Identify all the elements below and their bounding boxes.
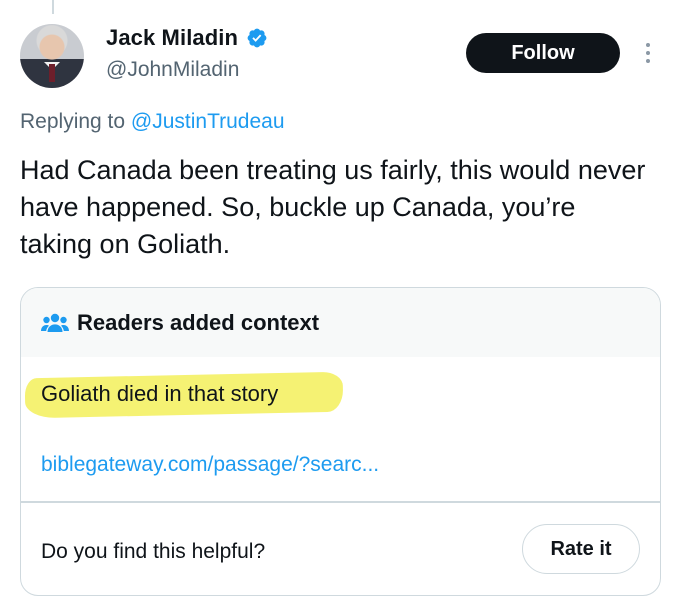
helpful-question: Do you find this helpful? [41, 540, 266, 563]
tweet-text: Had Canada been treating us fairly, this… [20, 155, 646, 259]
reply-target-link[interactable]: @JustinTrudeau [131, 110, 285, 133]
community-note-title: Readers added context [77, 309, 320, 335]
divider [21, 501, 660, 503]
follow-button[interactable]: Follow [466, 33, 620, 73]
rate-it-button[interactable]: Rate it [522, 524, 640, 574]
replying-to: Replying to @JustinTrudeau [20, 110, 285, 134]
display-name[interactable]: Jack Miladin [106, 25, 238, 51]
ellipsis-dot [646, 51, 650, 55]
replying-prefix: Replying to [20, 110, 131, 133]
ellipsis-dot [646, 43, 650, 47]
readers-group-icon [41, 313, 69, 332]
ellipsis-dot [646, 59, 650, 63]
thread-connector-line [52, 0, 54, 14]
avatar-tie [49, 64, 55, 82]
name-row: Jack Miladin [106, 25, 268, 51]
handle[interactable]: @JohnMiladin [106, 58, 239, 82]
community-note: Readers added context Goliath died in th… [20, 287, 661, 596]
vertical-ellipsis-icon[interactable] [640, 36, 656, 70]
verified-badge-icon [247, 28, 267, 48]
source-link[interactable]: biblegateway.com/passage/?searc... [41, 453, 379, 477]
community-note-header: Readers added context [21, 288, 660, 357]
community-note-text: Goliath died in that story [41, 381, 279, 406]
tweet-header: Jack Miladin @JohnMiladin Follow [20, 22, 660, 92]
avatar[interactable] [20, 24, 84, 88]
